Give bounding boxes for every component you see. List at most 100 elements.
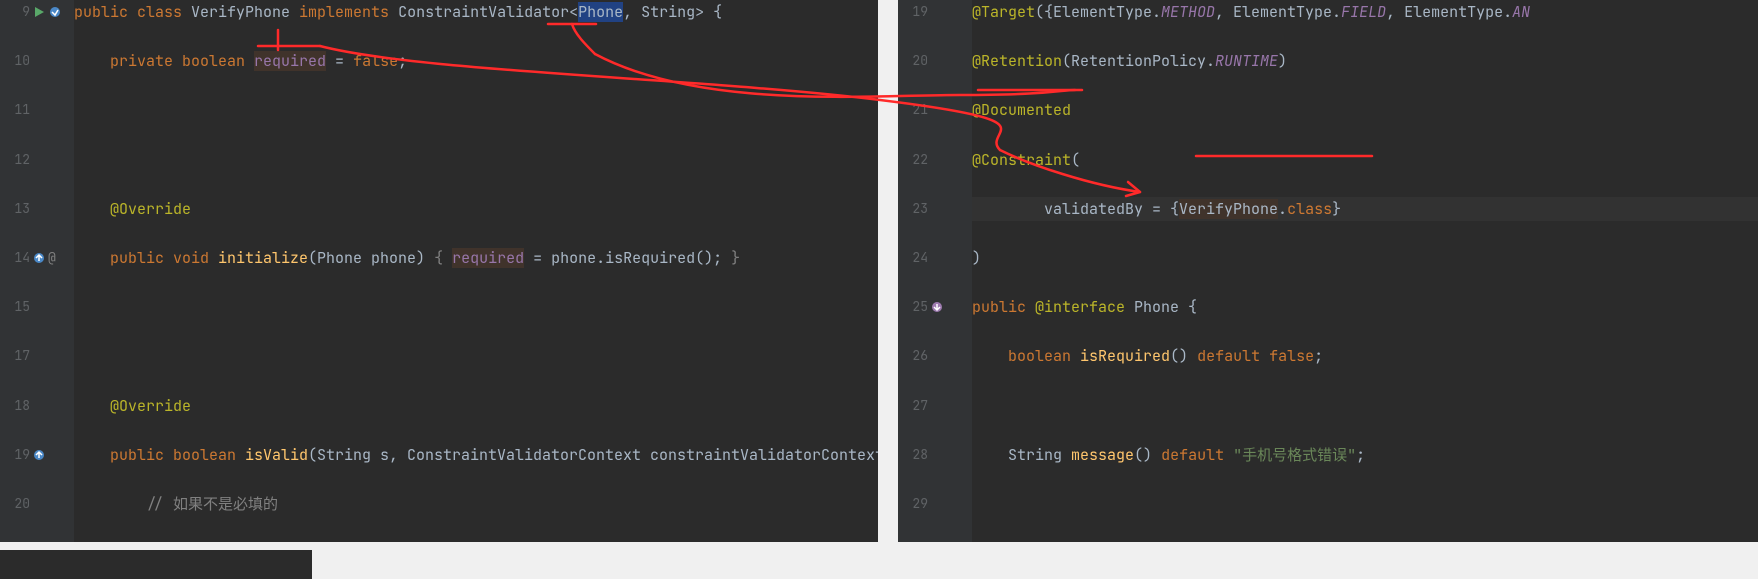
line-number[interactable]: 28 <box>898 443 928 468</box>
at-icon: @ <box>48 251 62 265</box>
code-line[interactable]: 24) <box>972 246 1758 271</box>
code-line[interactable]: 29 <box>972 492 1758 517</box>
code-text: ) <box>972 246 981 271</box>
bottom-panel-tab[interactable] <box>0 550 312 579</box>
line-number[interactable]: 24 <box>898 246 928 271</box>
gutter-icons <box>928 394 972 419</box>
code-line[interactable]: 22@Constraint( <box>972 148 1758 173</box>
line-number[interactable]: 17 <box>0 344 30 369</box>
gutter-icons <box>30 492 74 517</box>
code-line[interactable]: 30 Class<?>[] groups() default {}; <box>972 541 1758 542</box>
line-number[interactable]: 20 <box>898 49 928 74</box>
code-text: private boolean required = false; <box>74 49 407 74</box>
code-area-right[interactable]: 19@Target({ElementType.METHOD, ElementTy… <box>972 0 1758 542</box>
gutter-icons <box>30 98 74 123</box>
line-number[interactable]: 12 <box>0 148 30 173</box>
line-number[interactable]: 26 <box>898 344 928 369</box>
line-number[interactable]: 22 <box>898 148 928 173</box>
gutter-icons <box>928 295 972 320</box>
editor-pane-right[interactable]: 19 @Target({ElementType.METHOD, ElementTy… <box>898 0 1758 542</box>
gutter-icons <box>928 0 972 25</box>
code-line[interactable]: 26 boolean isRequired() default false; <box>972 344 1758 369</box>
gutter-icons <box>30 541 74 542</box>
line-number[interactable]: 10 <box>0 49 30 74</box>
code-text: public boolean isValid(String s, Constra… <box>74 443 878 468</box>
code-line[interactable]: 23 validatedBy = {VerifyPhone.class} <box>972 197 1758 222</box>
gutter-icons <box>928 344 972 369</box>
override-up-icon[interactable] <box>32 251 46 265</box>
gutter-icons <box>928 49 972 74</box>
code-text: @Override <box>74 197 191 222</box>
code-line[interactable]: 11 <box>74 98 878 123</box>
gutter-icons <box>30 49 74 74</box>
code-line[interactable]: 21 if(!required) { <box>74 541 878 542</box>
line-number[interactable]: 20 <box>0 492 30 517</box>
editor-split-view: 9 public class VerifyPhone implements Con… <box>0 0 1758 579</box>
code-text: validatedBy = {VerifyPhone.class} <box>972 197 1341 222</box>
code-line[interactable]: 19@Target({ElementType.METHOD, ElementTy… <box>972 0 1758 25</box>
code-line[interactable]: 15 <box>74 295 878 320</box>
gutter-icons <box>928 148 972 173</box>
code-line[interactable]: 9public class VerifyPhone implements Con… <box>74 0 878 25</box>
code-text: public void initialize(Phone phone) { re… <box>74 246 740 271</box>
code-text: public class VerifyPhone implements Cons… <box>74 0 722 25</box>
gutter-icons <box>928 98 972 123</box>
code-text: @Retention(RetentionPolicy.RUNTIME) <box>972 49 1287 74</box>
code-text: // 如果不是必填的 <box>74 492 278 517</box>
code-line[interactable]: 17 <box>74 344 878 369</box>
code-line[interactable]: 13 @Override <box>74 197 878 222</box>
line-number[interactable]: 27 <box>898 394 928 419</box>
line-number[interactable]: 23 <box>898 197 928 222</box>
code-text: @Constraint( <box>972 148 1080 173</box>
line-number[interactable]: 29 <box>898 492 928 517</box>
line-number[interactable]: 25 <box>898 295 928 320</box>
gutter-icons <box>928 246 972 271</box>
gutter-icons <box>928 541 972 542</box>
line-number[interactable]: 11 <box>0 98 30 123</box>
run-icon[interactable] <box>32 5 46 19</box>
gutter-icons <box>30 295 74 320</box>
gutter-icons <box>928 443 972 468</box>
code-text: @Documented <box>972 98 1071 123</box>
code-area-left[interactable]: 9public class VerifyPhone implements Con… <box>74 0 878 542</box>
code-text: Class<?>[] groups() default {}; <box>972 541 1287 542</box>
code-line[interactable]: 10 private boolean required = false; <box>74 49 878 74</box>
code-line[interactable]: 25public @interface Phone { <box>972 295 1758 320</box>
editor-pane-left[interactable]: 9 public class VerifyPhone implements Con… <box>0 0 878 542</box>
code-text: public @interface Phone { <box>972 295 1197 320</box>
code-line[interactable]: 14@ public void initialize(Phone phone) … <box>74 246 878 271</box>
code-text: @Override <box>74 394 191 419</box>
gutter-icons <box>30 197 74 222</box>
implemented-icon[interactable] <box>930 300 944 314</box>
line-number[interactable]: 19 <box>0 443 30 468</box>
line-number[interactable]: 13 <box>0 197 30 222</box>
code-line[interactable]: 18 @Override <box>74 394 878 419</box>
code-line[interactable]: 27 <box>972 394 1758 419</box>
gutter-icons <box>928 492 972 517</box>
line-number[interactable]: 15 <box>0 295 30 320</box>
line-number[interactable]: 19 <box>898 0 928 25</box>
code-line[interactable]: 19 public boolean isValid(String s, Cons… <box>74 443 878 468</box>
gutter-icons: @ <box>30 246 74 271</box>
code-text: boolean isRequired() default false; <box>972 344 1323 369</box>
code-text: String message() default "手机号格式错误"; <box>972 443 1365 468</box>
code-line[interactable]: 20@Retention(RetentionPolicy.RUNTIME) <box>972 49 1758 74</box>
override-up-icon[interactable] <box>32 448 46 462</box>
code-text: if(!required) { <box>74 541 281 542</box>
implements-icon[interactable] <box>48 5 62 19</box>
line-number[interactable]: 21 <box>898 98 928 123</box>
gutter-icons <box>30 148 74 173</box>
gutter-icons <box>928 197 972 222</box>
code-line[interactable]: 12 <box>74 148 878 173</box>
code-text: @Target({ElementType.METHOD, ElementType… <box>972 0 1530 25</box>
line-number[interactable]: 9 <box>0 0 30 25</box>
line-number[interactable]: 21 <box>0 541 30 542</box>
line-number[interactable]: 30 <box>898 541 928 542</box>
line-number[interactable]: 18 <box>0 394 30 419</box>
gutter-icons <box>30 394 74 419</box>
code-line[interactable]: 21@Documented <box>972 98 1758 123</box>
code-line[interactable]: 28 String message() default "手机号格式错误"; <box>972 443 1758 468</box>
line-number[interactable]: 14 <box>0 246 30 271</box>
code-line[interactable]: 20 // 如果不是必填的 <box>74 492 878 517</box>
gutter-icons <box>30 0 74 25</box>
